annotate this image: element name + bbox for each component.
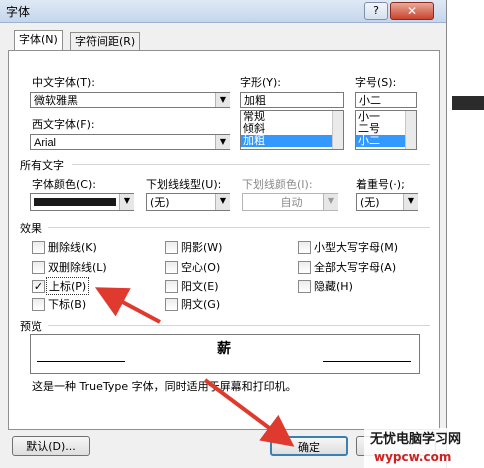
watermark-url: wypcw.com (374, 450, 452, 464)
watermark-title: 无忧电脑学习网 (370, 432, 462, 447)
annotation-arrows (94, 287, 295, 447)
arrow-to-superscript (94, 287, 161, 324)
arrow-to-ok (203, 378, 295, 447)
